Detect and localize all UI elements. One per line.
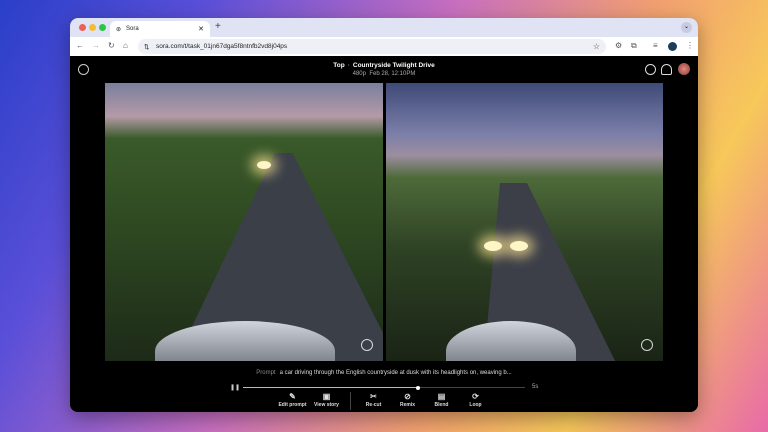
new-tab-button[interactable]: + [215,21,221,32]
edit-prompt-button[interactable]: ✎ Edit prompt [276,392,310,410]
close-window-button[interactable] [79,24,86,31]
prompt-text[interactable]: Prompt a car driving through the English … [70,370,698,376]
date-label: Feb 28, 12:10PM [369,71,416,77]
button-label: View story [314,402,339,408]
button-label: Remix [399,402,415,408]
notifications-bell-icon[interactable] [661,64,672,75]
video-scrubber[interactable] [243,385,525,390]
button-label: Re-cut [365,402,382,408]
prompt-label: Prompt [256,370,276,376]
bookmark-star-icon[interactable]: ☆ [593,42,600,51]
site-settings-icon[interactable]: ⇅ [144,43,149,51]
remix-button[interactable]: ⊘ Remix [391,392,425,410]
button-label: Edit prompt [278,402,307,408]
sora-watermark-icon [361,339,373,351]
pause-icon[interactable]: ❚❚ [230,384,240,391]
media-icon[interactable]: ≡ [653,41,658,50]
sora-page: Top · Countryside Twilight Drive 480p Feb … [70,56,698,412]
headlights [484,241,502,251]
blend-button[interactable]: ▤ Blend [425,392,459,410]
tab-search-button[interactable]: ⌄ [681,22,692,33]
resolution-label: 480p [352,71,366,77]
breadcrumb-top[interactable]: Top [333,62,344,69]
extension-icon[interactable]: ⚙ [615,41,622,50]
progress-fill [243,387,418,388]
minimize-window-button[interactable] [89,24,96,31]
remix-icon: ⊘ [404,392,411,401]
prompt-content: a car driving through the English countr… [279,370,512,376]
recut-button[interactable]: ✂ Re-cut [357,392,391,410]
profile-avatar[interactable] [668,42,677,51]
reload-icon[interactable]: ↻ [108,41,115,50]
headlights [510,241,528,251]
button-label: Blend [434,402,449,408]
address-bar-row: ← → ↻ ⌂ ⇅ sora.com/t/task_01jn67dga5f8ntn… [70,37,698,56]
url-input[interactable]: ⇅ sora.com/t/task_01jn67dga5f8ntnfb2vd8j0… [138,39,606,54]
back-icon[interactable]: ← [76,41,84,50]
blend-icon: ▤ [437,392,446,401]
sora-favicon-icon: ⊛ [116,26,122,33]
maximize-window-button[interactable] [99,24,106,31]
home-icon[interactable]: ⌂ [123,41,128,50]
loop-icon: ⟳ [472,392,479,401]
forward-icon[interactable]: → [92,41,100,50]
more-options-icon[interactable] [645,64,656,75]
headlights [257,161,271,169]
page-header: Top · Countryside Twilight Drive 480p Feb … [333,62,435,77]
browser-window: ⊛ Sora ✕ + ⌄ ← → ↻ ⌂ ⇅ sora.com/t/task_01jn… [70,18,698,412]
sora-watermark-icon [641,339,653,351]
button-label: Loop [469,402,482,408]
action-toolbar: ✎ Edit prompt ▣ View story ✂ Re-cut ⊘ Remix … [70,392,698,410]
view-story-button[interactable]: ▣ View story [310,392,344,410]
browser-menu-icon[interactable]: ⋮ [686,41,694,50]
tab-bar: ⊛ Sora ✕ + ⌄ [70,18,698,37]
video-left[interactable] [105,83,383,361]
video-right[interactable] [386,83,663,361]
user-avatar[interactable] [678,63,690,75]
scissors-icon: ✂ [370,392,377,401]
divider [349,392,351,410]
url-text: sora.com/t/task_01jn67dga5f8ntnfb2vd8j04… [156,43,288,50]
page-title: Countryside Twilight Drive [352,62,435,69]
scrubber-handle[interactable] [415,385,420,390]
pencil-icon: ✎ [289,392,296,401]
duration-label: 5s [532,384,539,390]
browser-tab[interactable]: ⊛ Sora ✕ [110,21,210,37]
close-tab-icon[interactable]: ✕ [198,25,204,33]
extensions-puzzle-icon[interactable]: ⧉ [631,41,637,51]
storyboard-icon: ▣ [322,392,331,401]
loop-button[interactable]: ⟳ Loop [459,392,493,410]
tab-title: Sora [126,26,139,32]
